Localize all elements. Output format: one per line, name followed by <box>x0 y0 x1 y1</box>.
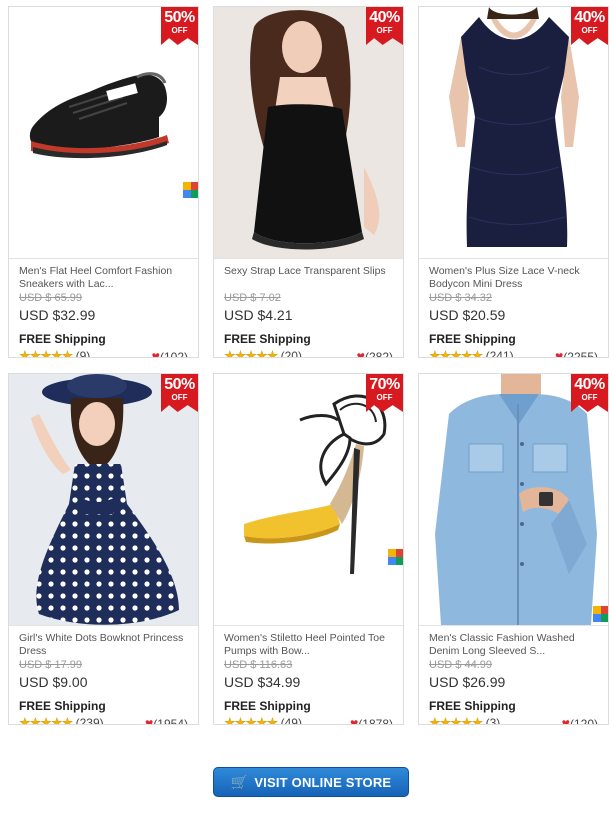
product-title[interactable]: Women's Stiletto Heel Pointed Toe Pumps … <box>224 632 395 658</box>
product-title[interactable]: Men's Classic Fashion Washed Denim Long … <box>429 632 600 658</box>
discount-badge: 50% OFF <box>161 7 198 45</box>
price: USD $34.99 <box>224 674 301 690</box>
product-image[interactable] <box>214 374 403 625</box>
favorite-count: (120) <box>569 717 598 725</box>
rating: ★★★★★ (49) <box>224 715 302 725</box>
rating: ★★★★★ (239) <box>19 715 104 725</box>
favorites[interactable]: ♥(102) <box>151 348 188 358</box>
product-card[interactable]: 70% OFF Women's Stiletto Heel Pointed Toe… <box>213 373 404 725</box>
product-title[interactable]: Women's Plus Size Lace V-neck Bodycon Mi… <box>429 265 600 291</box>
shipping-label: FREE Shipping <box>224 699 311 713</box>
rating: ★★★★★ (3) <box>429 715 501 725</box>
price: USD $26.99 <box>429 674 506 690</box>
heart-icon: ♥ <box>151 348 160 358</box>
product-title[interactable]: Sexy Strap Lace Transparent Slips <box>224 265 395 278</box>
product-title[interactable]: Girl's White Dots Bowknot Princess Dress <box>19 632 190 658</box>
star-rating-icon: ★★★★★ <box>429 715 484 725</box>
logo-icon <box>388 549 403 565</box>
review-count: (20) <box>280 349 302 358</box>
favorite-count: (2255) <box>563 350 598 358</box>
visit-online-store-label: VISIT ONLINE STORE <box>254 774 392 790</box>
product-card[interactable]: 40% OFF Men's Classic Fashion Washed Deni… <box>418 373 609 725</box>
old-price: USD $ 65.99 <box>19 292 82 304</box>
favorites[interactable]: ♥(120) <box>561 715 598 725</box>
heart-icon: ♥ <box>356 348 365 358</box>
star-rating-icon: ★★★★★ <box>19 715 74 725</box>
star-rating-icon: ★★★★★ <box>19 348 74 358</box>
review-count: (241) <box>485 349 514 358</box>
rating: ★★★★★ (20) <box>224 348 302 358</box>
discount-badge: 50% OFF <box>161 374 198 412</box>
favorites[interactable]: ♥(2255) <box>555 348 598 358</box>
shipping-label: FREE Shipping <box>429 699 516 713</box>
logo-icon <box>183 182 198 198</box>
old-price: USD $ 34.32 <box>429 292 492 304</box>
favorite-count: (282) <box>364 350 393 358</box>
shipping-label: FREE Shipping <box>19 332 106 346</box>
favorites[interactable]: ♥(1878) <box>350 715 393 725</box>
rating: ★★★★★ (241) <box>429 348 514 358</box>
old-price: USD $ 116.63 <box>224 659 293 671</box>
price: USD $20.59 <box>429 307 506 323</box>
cart-icon: 🛒 <box>230 773 249 790</box>
product-card[interactable]: 50% OFF Girl's White Dots Bowknot Princes… <box>8 373 199 725</box>
review-count: (9) <box>75 349 91 358</box>
product-image[interactable] <box>9 374 198 625</box>
favorite-count: (1954) <box>153 717 188 725</box>
old-price: USD $ 44.99 <box>429 659 492 671</box>
product-image[interactable] <box>419 7 608 258</box>
product-image[interactable] <box>419 374 608 625</box>
price: USD $4.21 <box>224 307 293 323</box>
shipping-label: FREE Shipping <box>224 332 311 346</box>
favorites[interactable]: ♥(1954) <box>145 715 188 725</box>
rating: ★★★★★ (9) <box>19 348 91 358</box>
price: USD $9.00 <box>19 674 88 690</box>
discount-badge: 40% OFF <box>571 7 608 45</box>
visit-online-store-button[interactable]: 🛒 VISIT ONLINE STORE <box>213 767 409 797</box>
discount-badge: 40% OFF <box>366 7 403 45</box>
logo-icon <box>593 606 608 622</box>
product-image[interactable] <box>214 7 403 258</box>
discount-badge: 70% OFF <box>366 374 403 412</box>
star-rating-icon: ★★★★★ <box>429 348 484 358</box>
star-rating-icon: ★★★★★ <box>224 715 279 725</box>
heart-icon: ♥ <box>561 715 570 725</box>
favorite-count: (1878) <box>358 717 393 725</box>
shipping-label: FREE Shipping <box>19 699 106 713</box>
review-count: (239) <box>75 716 104 725</box>
review-count: (3) <box>485 716 501 725</box>
discount-badge: 40% OFF <box>571 374 608 412</box>
product-card[interactable]: 40% OFF Women's Plus Size Lace V-neck Bod… <box>418 6 609 358</box>
favorite-count: (102) <box>159 350 188 358</box>
product-card[interactable]: 50% OFF Men's Flat Heel Comfort Fashion S… <box>8 6 199 358</box>
old-price: USD $ 7.02 <box>224 292 281 304</box>
product-image[interactable] <box>9 7 198 258</box>
review-count: (49) <box>280 716 302 725</box>
price: USD $32.99 <box>19 307 96 323</box>
product-grid: 50% OFF Men's Flat Heel Comfort Fashion S… <box>8 6 610 725</box>
product-card[interactable]: 40% OFF Sexy Strap Lace Transparent Slips… <box>213 6 404 358</box>
star-rating-icon: ★★★★★ <box>224 348 279 358</box>
favorites[interactable]: ♥(282) <box>356 348 393 358</box>
product-title[interactable]: Men's Flat Heel Comfort Fashion Sneakers… <box>19 265 190 291</box>
old-price: USD $ 17.99 <box>19 659 82 671</box>
shipping-label: FREE Shipping <box>429 332 516 346</box>
